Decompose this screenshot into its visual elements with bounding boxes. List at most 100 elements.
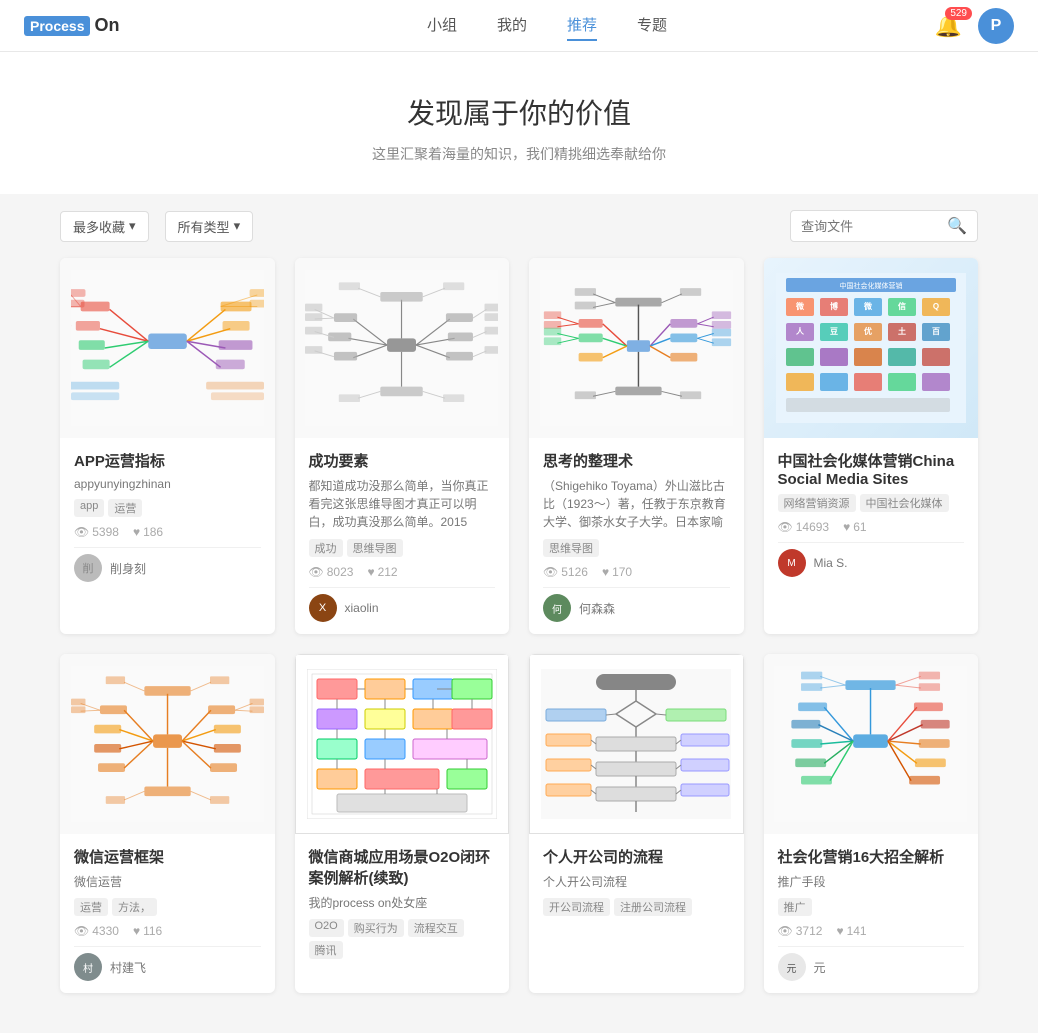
- cards-grid: APP运营指标 appyunyingzhinan app 运营 👁 5398 ♥…: [0, 258, 1038, 1033]
- card-china-social[interactable]: 中国社会化媒体营销: [764, 258, 979, 634]
- search-icon: 🔍: [947, 216, 967, 236]
- card-footer: 村 村建飞: [74, 946, 261, 981]
- card-body: 微信运营框架 微信运营 运营 方法， 👁 4330 ♥ 116 村: [60, 834, 275, 993]
- card-body: 成功要素 都知道成功没那么简单，当你真正看完这张思维导图才真正可以明白，成功真没…: [295, 438, 510, 634]
- eye-icon: 👁: [309, 565, 324, 579]
- card-footer: M Mia S.: [778, 542, 965, 577]
- logo-on-text: On: [94, 15, 119, 36]
- tag-item: 推广: [778, 898, 812, 916]
- card-title: 成功要素: [309, 450, 496, 471]
- notification-badge: 529: [945, 7, 972, 20]
- card-footer: 元 元: [778, 946, 965, 981]
- type-chevron-icon: ▾: [234, 218, 241, 234]
- tag-item: 思维导图: [347, 539, 403, 557]
- nav-item-recommend[interactable]: 推荐: [567, 10, 597, 41]
- card-title: 社会化营销16大招全解析: [778, 846, 965, 867]
- tag-item: O2O: [309, 919, 344, 937]
- card-tags: O2O 购买行为 流程交互 腾讯: [309, 919, 496, 959]
- card-thumbnail: [295, 654, 510, 834]
- svg-text:百: 百: [932, 327, 940, 336]
- svg-text:微: 微: [863, 301, 872, 311]
- view-count: 👁 14693: [778, 520, 830, 534]
- search-box[interactable]: 🔍: [790, 210, 978, 242]
- tag-item: 思维导图: [543, 539, 599, 557]
- nav-item-group[interactable]: 小组: [427, 10, 457, 41]
- svg-text:土: 土: [898, 326, 906, 336]
- card-company-flow[interactable]: 个人开公司的流程 个人开公司流程 开公司流程 注册公司流程: [529, 654, 744, 993]
- svg-text:博: 博: [830, 301, 838, 311]
- card-thumbnail: [764, 654, 979, 834]
- card-o2o[interactable]: 微信商城应用场景O2O闭环案例解析(续致) 我的process on处女座 O2…: [295, 654, 510, 993]
- card-desc: （Shigehiko Toyama）外山滋比古比（1923～）著，任教于东京教育…: [543, 477, 730, 531]
- card-body: APP运营指标 appyunyingzhinan app 运营 👁 5398 ♥…: [60, 438, 275, 594]
- svg-text:中国社会化媒体营销: 中国社会化媒体营销: [839, 281, 902, 290]
- card-shehuiyingxiao[interactable]: 社会化营销16大招全解析 推广手段 推广 👁 3712 ♥ 141 元 元: [764, 654, 979, 993]
- author-name: xiaolin: [345, 601, 379, 615]
- tag-item: 成功: [309, 539, 343, 557]
- card-tags: 开公司流程 注册公司流程: [543, 898, 730, 916]
- author-name: Mia S.: [814, 556, 848, 570]
- like-count: ♥ 141: [836, 924, 866, 938]
- card-title: 中国社会化媒体营销China Social Media Sites: [778, 450, 965, 488]
- card-footer: X xiaolin: [309, 587, 496, 622]
- card-stats: 👁 5126 ♥ 170: [543, 565, 730, 579]
- heart-icon: ♥: [367, 565, 374, 579]
- author-avatar: 何: [543, 594, 571, 622]
- tag-item: 运营: [74, 898, 108, 916]
- card-thumbnail: [529, 654, 744, 834]
- tag-item: 腾讯: [309, 941, 343, 959]
- view-count: 👁 5126: [543, 565, 588, 579]
- eye-icon: 👁: [543, 565, 558, 579]
- heart-icon: ♥: [836, 924, 843, 938]
- logo[interactable]: ProcessOn: [24, 15, 119, 36]
- svg-text:信: 信: [898, 301, 906, 311]
- notification-button[interactable]: 🔔 529: [935, 13, 962, 39]
- tag-item: 流程交互: [408, 919, 464, 937]
- nav-item-topic[interactable]: 专题: [637, 10, 667, 41]
- hero-section: 发现属于你的价值 这里汇聚着海量的知识，我们精挑细选奉献给你: [0, 52, 1038, 194]
- card-stats: 👁 8023 ♥ 212: [309, 565, 496, 579]
- author-avatar: 削: [74, 554, 102, 582]
- card-thumbnail: [529, 258, 744, 438]
- tag-item: 开公司流程: [543, 898, 610, 916]
- svg-text:Q: Q: [933, 302, 939, 311]
- card-body: 中国社会化媒体营销China Social Media Sites 网络营销资源…: [764, 438, 979, 589]
- card-title: 个人开公司的流程: [543, 846, 730, 867]
- sort-filter-label: 最多收藏: [73, 217, 125, 236]
- author-avatar: X: [309, 594, 337, 622]
- card-author-plain: 推广手段: [778, 873, 965, 890]
- tag-item: 运营: [108, 499, 142, 517]
- user-avatar[interactable]: P: [978, 8, 1014, 44]
- card-app-yunying[interactable]: APP运营指标 appyunyingzhinan app 运营 👁 5398 ♥…: [60, 258, 275, 634]
- svg-text:优: 优: [864, 326, 872, 336]
- author-name: 村建飞: [110, 959, 146, 976]
- view-count: 👁 4330: [74, 924, 119, 938]
- author-name: 削身刻: [110, 560, 146, 577]
- card-footer: 削 削身刻: [74, 547, 261, 582]
- sort-chevron-icon: ▾: [129, 218, 136, 234]
- card-thumbnail: [295, 258, 510, 438]
- card-thumbnail: [60, 258, 275, 438]
- card-body: 社会化营销16大招全解析 推广手段 推广 👁 3712 ♥ 141 元 元: [764, 834, 979, 993]
- card-tags: 成功 思维导图: [309, 539, 496, 557]
- header-right: 🔔 529 P: [935, 8, 1014, 44]
- card-thumbnail: 中国社会化媒体营销: [764, 258, 979, 438]
- like-count: ♥ 170: [602, 565, 632, 579]
- like-count: ♥ 186: [133, 525, 163, 539]
- card-title: 微信运营框架: [74, 846, 261, 867]
- card-stats: 👁 14693 ♥ 61: [778, 520, 965, 534]
- card-tags: 网络营销资源 中国社会化媒体: [778, 494, 965, 512]
- view-count: 👁 5398: [74, 525, 119, 539]
- eye-icon: 👁: [74, 924, 89, 938]
- search-input[interactable]: [801, 219, 941, 234]
- card-tags: 运营 方法，: [74, 898, 261, 916]
- sort-filter-button[interactable]: 最多收藏 ▾: [60, 211, 149, 242]
- tag-item: 方法，: [112, 898, 157, 916]
- card-chenggong[interactable]: 成功要素 都知道成功没那么简单，当你真正看完这张思维导图才真正可以明白，成功真没…: [295, 258, 510, 634]
- type-filter-button[interactable]: 所有类型 ▾: [165, 211, 254, 242]
- nav-item-mine[interactable]: 我的: [497, 10, 527, 41]
- card-weixin-yunying[interactable]: 微信运营框架 微信运营 运营 方法， 👁 4330 ♥ 116 村: [60, 654, 275, 993]
- type-filter-label: 所有类型: [178, 217, 230, 236]
- card-footer: 何 何森森: [543, 587, 730, 622]
- card-sikaozhenglishu[interactable]: 思考的整理术 （Shigehiko Toyama）外山滋比古比（1923～）著，…: [529, 258, 744, 634]
